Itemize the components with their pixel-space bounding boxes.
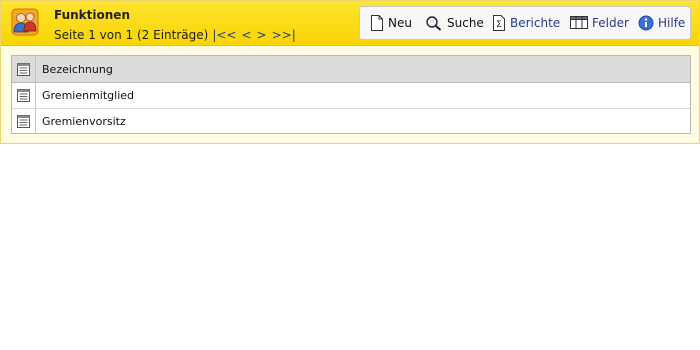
select-column-header[interactable]: [12, 56, 36, 83]
toolbar: Neu Suche Σ Berichte Felder Hilfe: [359, 6, 691, 40]
fields-button-label: Felder: [592, 16, 629, 30]
data-table: Bezeichnung Gremienmitglied Gremienvorsi…: [11, 55, 691, 134]
table-header-row: Bezeichnung: [12, 56, 690, 83]
help-button-label: Hilfe: [658, 16, 686, 30]
page-title: Funktionen: [54, 8, 130, 22]
prev-page-link[interactable]: <: [241, 28, 251, 42]
cell-bezeichnung[interactable]: Gremienvorsitz: [36, 109, 691, 135]
module-frame: Funktionen Seite 1 von 1 (2 Einträge) |<<…: [0, 0, 700, 144]
row-open-cell[interactable]: [12, 82, 36, 109]
first-page-link[interactable]: |<<: [212, 28, 236, 42]
search-icon: [426, 16, 442, 31]
last-page-link[interactable]: >>|: [272, 28, 296, 42]
pager: Seite 1 von 1 (2 Einträge) |<< < > >>|: [54, 28, 296, 42]
table-row[interactable]: Gremienmitglied: [12, 82, 690, 109]
next-page-link[interactable]: >: [257, 28, 267, 42]
cell-bezeichnung[interactable]: Gremienmitglied: [35, 82, 690, 109]
row-open-cell[interactable]: [12, 108, 36, 134]
sum-report-icon: Σ: [493, 15, 505, 31]
help-button[interactable]: Hilfe: [638, 14, 685, 32]
new-document-icon: [371, 15, 383, 31]
reports-button[interactable]: Σ Berichte: [492, 14, 560, 32]
new-button-label: Neu: [388, 16, 412, 30]
column-header-bezeichnung[interactable]: Bezeichnung: [35, 56, 690, 83]
header-bar: Funktionen Seite 1 von 1 (2 Einträge) |<<…: [1, 1, 699, 46]
svg-text:Σ: Σ: [496, 20, 502, 30]
fields-button[interactable]: Felder: [570, 14, 629, 32]
search-button[interactable]: Suche: [425, 14, 484, 32]
grid-icon: [17, 62, 30, 76]
search-button-label: Suche: [447, 16, 484, 30]
table-columns-icon: [570, 16, 588, 29]
pager-status: Seite 1 von 1 (2 Einträge): [54, 28, 209, 42]
new-button[interactable]: Neu: [370, 14, 412, 32]
reports-button-label: Berichte: [510, 16, 561, 30]
record-icon[interactable]: [17, 115, 30, 128]
record-icon[interactable]: [17, 89, 30, 102]
info-icon: [638, 15, 654, 31]
users-group-icon: [11, 8, 39, 36]
table-row[interactable]: Gremienvorsitz: [12, 108, 691, 135]
